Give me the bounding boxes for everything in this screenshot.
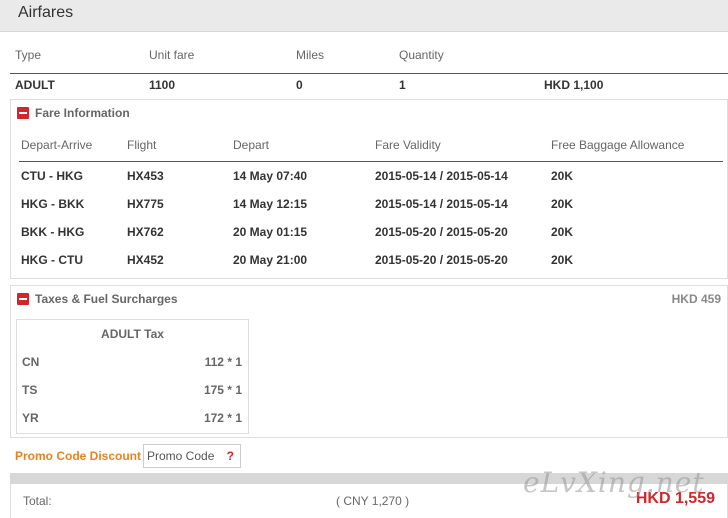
summary-row: ADULT 1100 0 1 HKD 1,100 <box>0 78 728 96</box>
route: HKG - CTU <box>21 253 83 267</box>
col-unit-fare: Unit fare <box>149 48 195 62</box>
fare-amount: HKD 1,100 <box>544 78 604 92</box>
taxes-total: HKD 459 <box>671 292 721 306</box>
table-row: CTU - HKG HX453 14 May 07:40 2015-05-14 … <box>11 169 727 185</box>
unit-fare-value: 1100 <box>149 78 176 92</box>
summary-header: Type Unit fare Miles Quantity <box>0 48 728 68</box>
promo-code-input[interactable] <box>147 448 223 464</box>
fare-information-panel: Fare Information Depart-Arrive Flight De… <box>10 99 728 279</box>
promo-code-label: Promo Code Discount <box>15 449 142 463</box>
airfares-header: Airfares <box>0 0 728 32</box>
total-label: Total: <box>23 494 52 508</box>
table-row: BKK - HKG HX762 20 May 01:15 2015-05-20 … <box>11 225 727 241</box>
fare-validity: 2015-05-20 / 2015-05-20 <box>375 225 508 239</box>
cny-total: ( CNY 1,270 ) <box>336 494 410 508</box>
taxes-title: Taxes & Fuel Surcharges <box>35 292 178 306</box>
baggage: 20K <box>551 253 574 267</box>
minus-icon <box>17 293 29 305</box>
type-value: ADULT <box>15 78 55 92</box>
fare-validity: 2015-05-14 / 2015-05-14 <box>375 169 508 183</box>
col-baggage: Free Baggage Allowance <box>551 138 685 152</box>
adult-tax-table: ADULT Tax CN 112 * 1 TS 175 * 1 YR 172 *… <box>16 319 249 434</box>
taxes-panel: Taxes & Fuel Surcharges HKD 459 ADULT Ta… <box>10 285 728 438</box>
adult-tax-title: ADULT Tax <box>101 327 164 341</box>
tax-amount: 172 * 1 <box>203 411 242 425</box>
fare-validity: 2015-05-14 / 2015-05-14 <box>375 197 508 211</box>
col-fare-validity: Fare Validity <box>375 138 441 152</box>
col-flight: Flight <box>127 138 157 152</box>
route: BKK - HKG <box>21 225 85 239</box>
watermark: eLvXing.net <box>523 466 705 499</box>
tax-row: TS 175 * 1 <box>17 383 248 399</box>
fare-table-header: Depart-Arrive Flight Depart Fare Validit… <box>11 138 727 154</box>
fare-validity: 2015-05-20 / 2015-05-20 <box>375 253 508 267</box>
tax-code: TS <box>22 383 38 397</box>
page-title: Airfares <box>18 4 74 21</box>
flight: HX453 <box>127 169 164 183</box>
route: CTU - HKG <box>21 169 83 183</box>
table-row: HKG - BKK HX775 14 May 12:15 2015-05-14 … <box>11 197 727 213</box>
tax-row: YR 172 * 1 <box>17 411 248 427</box>
divider <box>19 161 723 162</box>
col-quantity: Quantity <box>399 48 444 62</box>
promo-code-field[interactable]: ? <box>143 444 241 468</box>
tax-code: CN <box>22 355 40 369</box>
table-row: HKG - CTU HX452 20 May 21:00 2015-05-20 … <box>11 253 727 269</box>
minus-icon <box>17 107 29 119</box>
tax-amount: 112 * 1 <box>204 355 242 369</box>
depart-time: 14 May 07:40 <box>233 169 308 183</box>
route: HKG - BKK <box>21 197 85 211</box>
depart-time: 14 May 12:15 <box>233 197 308 211</box>
baggage: 20K <box>551 197 574 211</box>
fare-information-title: Fare Information <box>35 106 130 120</box>
divider <box>10 73 728 74</box>
flight: HX452 <box>127 253 164 267</box>
depart-time: 20 May 21:00 <box>233 253 308 267</box>
quantity-value: 1 <box>399 78 406 92</box>
flight: HX762 <box>127 225 164 239</box>
tax-amount: 175 * 1 <box>203 383 242 397</box>
flight: HX775 <box>127 197 164 211</box>
tax-row: CN 112 * 1 <box>17 355 248 371</box>
help-icon[interactable]: ? <box>227 449 234 463</box>
miles-value: 0 <box>296 78 303 92</box>
col-depart-arrive: Depart-Arrive <box>21 138 93 152</box>
tax-code: YR <box>22 411 39 425</box>
col-depart: Depart <box>233 138 270 152</box>
baggage: 20K <box>551 225 574 239</box>
baggage: 20K <box>551 169 574 183</box>
col-type: Type <box>15 48 42 62</box>
col-miles: Miles <box>296 48 325 62</box>
depart-time: 20 May 01:15 <box>233 225 308 239</box>
